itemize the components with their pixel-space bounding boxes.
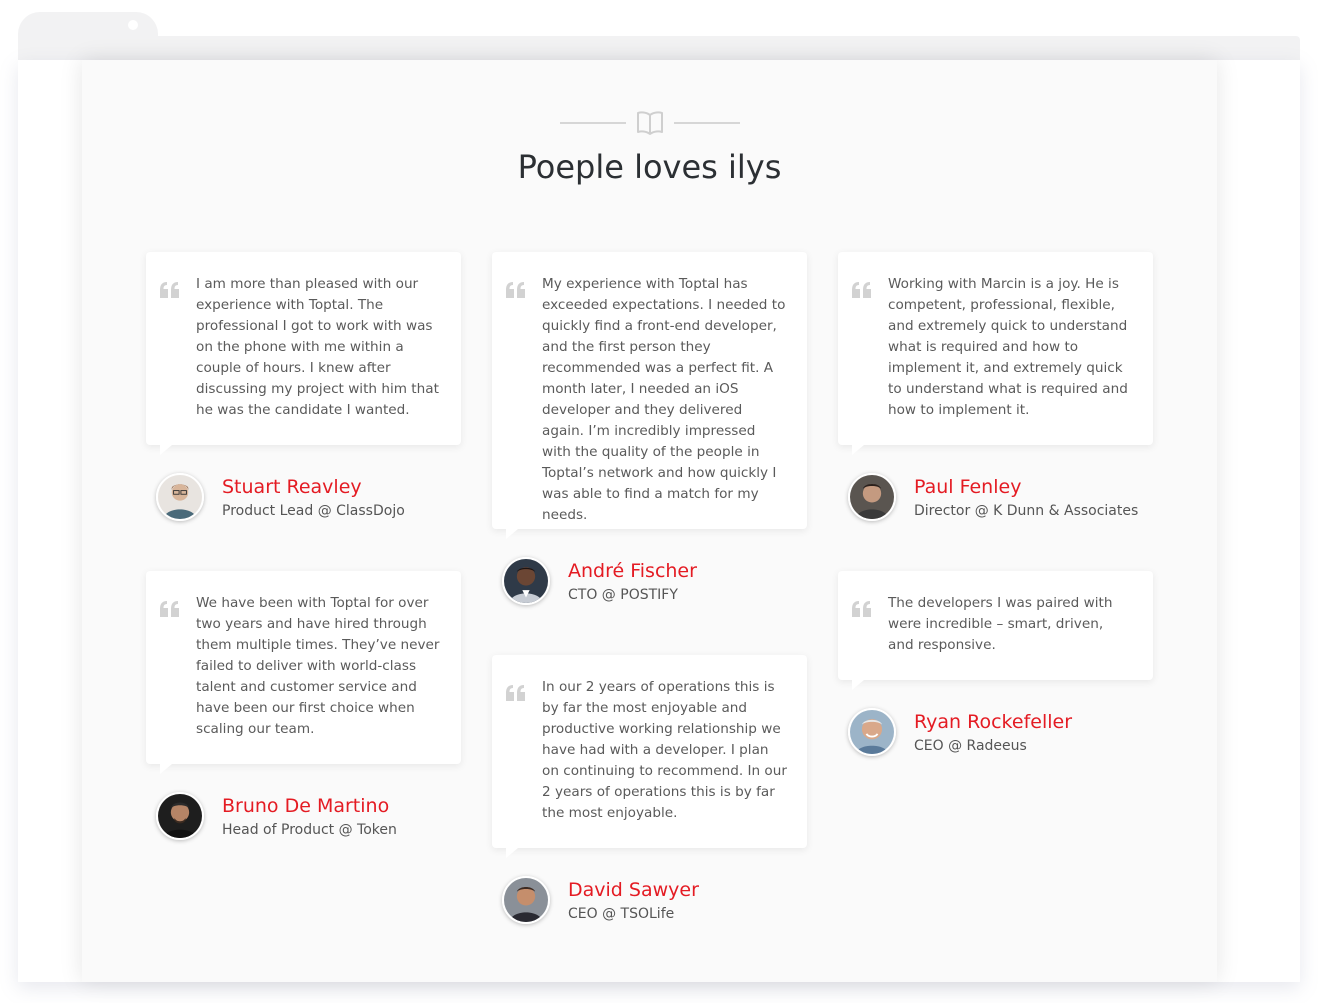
testimonial-card: We have been with Toptal for over two ye… bbox=[146, 571, 461, 774]
testimonial-author: Paul Fenley Director @ K Dunn & Associat… bbox=[848, 473, 1158, 525]
author-name[interactable]: David Sawyer bbox=[568, 879, 699, 901]
testimonial-card: In our 2 years of operations this is by … bbox=[492, 655, 807, 858]
testimonial-quote: We have been with Toptal for over two ye… bbox=[196, 595, 440, 737]
quote-icon bbox=[852, 282, 871, 298]
testimonial-card: I am more than pleased with our experien… bbox=[146, 252, 461, 455]
testimonial-author: André Fischer CTO @ POSTIFY bbox=[502, 557, 812, 609]
divider-line bbox=[674, 122, 740, 124]
testimonial-quote: In our 2 years of operations this is by … bbox=[542, 679, 787, 821]
browser-dot bbox=[128, 20, 138, 30]
testimonial-author: Stuart Reavley Product Lead @ ClassDojo bbox=[156, 473, 466, 525]
testimonial-card: Working with Marcin is a joy. He is comp… bbox=[838, 252, 1153, 455]
testimonial-quote: I am more than pleased with our experien… bbox=[196, 276, 439, 418]
author-role: CEO @ TSOLife bbox=[568, 906, 675, 922]
author-role: Head of Product @ Token bbox=[222, 822, 397, 838]
author-role: Director @ K Dunn & Associates bbox=[914, 503, 1139, 519]
section-header-decoration bbox=[560, 108, 740, 138]
author-role: Product Lead @ ClassDojo bbox=[222, 503, 405, 519]
avatar bbox=[502, 876, 550, 924]
quote-icon bbox=[160, 282, 179, 298]
author-name[interactable]: Stuart Reavley bbox=[222, 476, 362, 498]
testimonial-card: The developers I was paired with were in… bbox=[838, 571, 1153, 690]
quote-icon bbox=[506, 685, 525, 701]
avatar bbox=[502, 557, 550, 605]
testimonial-quote: Working with Marcin is a joy. He is comp… bbox=[888, 276, 1128, 418]
quote-icon bbox=[852, 601, 871, 617]
quote-icon bbox=[160, 601, 179, 617]
testimonial-card: My experience with Toptal has exceeded e… bbox=[492, 252, 807, 539]
author-name[interactable]: Bruno De Martino bbox=[222, 795, 389, 817]
avatar bbox=[848, 708, 896, 756]
divider-line bbox=[560, 122, 626, 124]
author-role: CTO @ POSTIFY bbox=[568, 587, 678, 603]
testimonial-author: Ryan Rockefeller CEO @ Radeeus bbox=[848, 708, 1158, 760]
page-title: Poeple loves ilys bbox=[517, 148, 782, 186]
author-role: CEO @ Radeeus bbox=[914, 738, 1027, 754]
avatar bbox=[156, 473, 204, 521]
testimonial-author: Bruno De Martino Head of Product @ Token bbox=[156, 792, 466, 844]
book-open-icon bbox=[637, 111, 663, 135]
author-name[interactable]: André Fischer bbox=[568, 560, 697, 582]
testimonial-author: David Sawyer CEO @ TSOLife bbox=[502, 876, 812, 928]
author-name[interactable]: Paul Fenley bbox=[914, 476, 1021, 498]
author-name[interactable]: Ryan Rockefeller bbox=[914, 711, 1072, 733]
quote-icon bbox=[506, 282, 525, 298]
testimonial-quote: The developers I was paired with were in… bbox=[888, 595, 1113, 653]
avatar bbox=[156, 792, 204, 840]
testimonial-quote: My experience with Toptal has exceeded e… bbox=[542, 276, 786, 523]
avatar bbox=[848, 473, 896, 521]
